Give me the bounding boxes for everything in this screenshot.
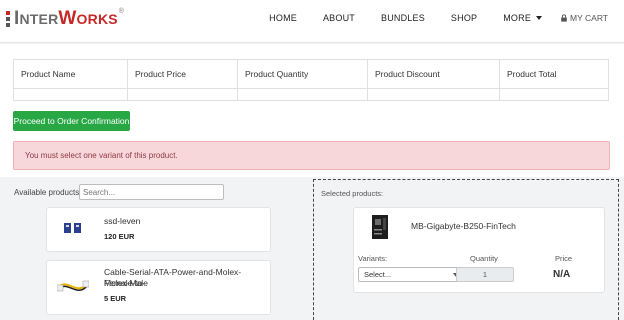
search-input[interactable] — [79, 184, 224, 200]
nav-more[interactable]: MORE — [503, 13, 543, 23]
price-label: Price — [555, 254, 573, 263]
interworks-logo[interactable]: INTERWORKS ® — [6, 8, 124, 30]
product-price: 120 EUR — [104, 232, 135, 241]
product-name-line2: Molex-Male — [104, 278, 148, 288]
main-nav: HOME ABOUT BUNDLES SHOP MORE MY CART — [269, 0, 608, 36]
quantity-field[interactable]: 1 — [456, 267, 514, 282]
product-card[interactable]: ssd-leven 120 EUR — [46, 207, 271, 252]
motherboard-icon — [372, 215, 388, 239]
logo-dots — [6, 11, 11, 27]
quantity-label: Quantity — [470, 254, 498, 263]
nav-more-label: MORE — [503, 13, 532, 23]
col-product-price: Product Price — [127, 59, 238, 89]
chevron-down-icon — [536, 16, 543, 20]
order-table: Product Name Product Price Product Quant… — [13, 59, 609, 101]
variants-label: Variants: — [358, 254, 388, 263]
variant-select[interactable]: Select... — [358, 267, 465, 282]
table-header-row: Product Name Product Price Product Quant… — [13, 59, 609, 89]
col-product-quantity: Product Quantity — [237, 59, 368, 89]
ssd-icon — [64, 223, 81, 233]
selected-product-name: MB-Gigabyte-B250-FinTech — [411, 221, 516, 231]
variant-select-value: Select... — [364, 270, 392, 279]
nav-about[interactable]: ABOUT — [323, 13, 355, 23]
my-cart-link[interactable]: MY CART — [560, 13, 608, 23]
site-header: INTERWORKS ® HOME ABOUT BUNDLES SHOP MOR… — [0, 0, 624, 43]
available-products-label: Available products: — [14, 188, 82, 197]
selected-products-label: Selected products: — [321, 189, 384, 198]
nav-shop[interactable]: SHOP — [451, 13, 477, 23]
logo-text: INTERWORKS — [14, 8, 118, 29]
cable-icon — [57, 280, 89, 292]
product-name: ssd-leven — [104, 216, 141, 226]
col-product-total: Product Total — [499, 59, 609, 89]
product-price: 5 EUR — [104, 294, 127, 303]
nav-home[interactable]: HOME — [269, 13, 297, 23]
lock-icon — [561, 14, 567, 22]
col-product-name: Product Name — [13, 59, 128, 89]
variant-alert: You must select one variant of this prod… — [13, 141, 610, 170]
proceed-to-order-confirmation-button[interactable]: Proceed to Order Confirmation — [13, 111, 130, 131]
product-card[interactable]: Cable-Serial-ATA-Power-and-Molex-Female-… — [46, 260, 271, 315]
my-cart-label: MY CART — [570, 13, 608, 23]
table-row — [13, 88, 609, 101]
price-value: N/A — [553, 269, 571, 280]
col-product-discount: Product Discount — [367, 59, 500, 89]
nav-bundles[interactable]: BUNDLES — [381, 13, 425, 23]
registered-mark: ® — [118, 8, 125, 15]
